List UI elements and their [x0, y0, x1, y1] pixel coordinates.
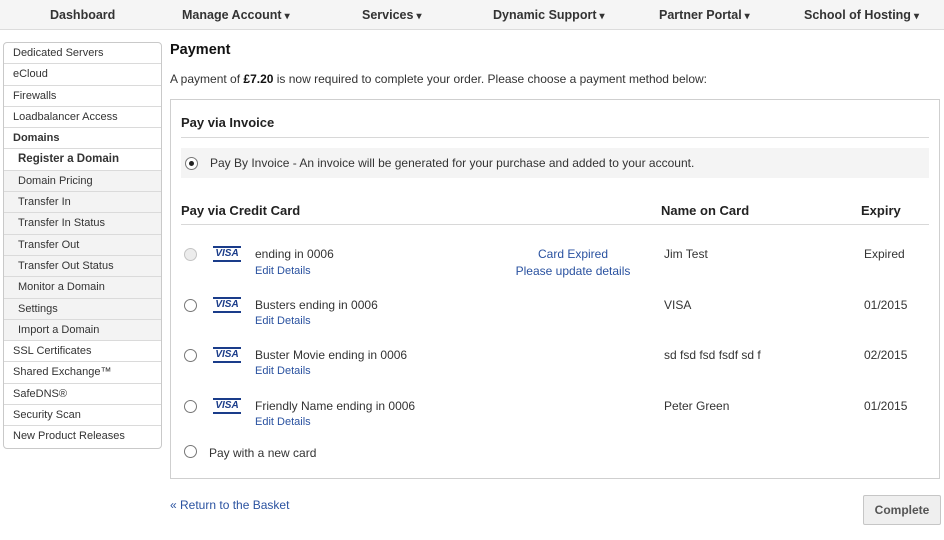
- invoice-option-label: Pay By Invoice - An invoice will be gene…: [210, 156, 695, 170]
- chevron-down-icon: ▾: [913, 11, 919, 22]
- card-radio[interactable]: [184, 299, 197, 312]
- divider: [181, 137, 929, 138]
- sidebar-item-safedns[interactable]: SafeDNS®: [4, 384, 161, 406]
- visa-card-icon: VISA: [213, 347, 241, 363]
- nav-services[interactable]: Services ▾: [362, 0, 421, 30]
- return-to-basket-link[interactable]: « Return to the Basket: [170, 498, 289, 512]
- chevron-down-icon: ▾: [416, 11, 422, 22]
- nav-school-of-hosting[interactable]: School of Hosting ▾: [804, 0, 919, 30]
- sidebar-item-import-a-domain[interactable]: Import a Domain: [4, 319, 161, 342]
- name-on-card-header: Name on Card: [661, 203, 750, 218]
- complete-button[interactable]: Complete: [863, 495, 941, 525]
- card-radio[interactable]: [184, 349, 197, 362]
- sidebar-item-domains[interactable]: Domains: [4, 128, 161, 150]
- chevron-down-icon: ▾: [284, 11, 290, 22]
- sidebar-item-settings[interactable]: Settings: [4, 298, 161, 320]
- sidebar-item-ssl-certificates[interactable]: SSL Certificates: [4, 341, 161, 363]
- visa-card-icon: VISA: [213, 246, 241, 262]
- invoice-radio[interactable]: [185, 157, 198, 170]
- card-radio: [184, 248, 197, 261]
- card-expiry: Expired: [864, 247, 905, 261]
- sidebar-item-monitor-a-domain[interactable]: Monitor a Domain: [4, 277, 161, 299]
- nav-services-label: Services: [362, 8, 414, 22]
- sidebar-item-loadbalancer-access[interactable]: Loadbalancer Access: [4, 107, 161, 129]
- chevron-down-icon: ▾: [744, 11, 750, 22]
- edit-details-link[interactable]: Edit Details: [255, 315, 311, 327]
- edit-details-link[interactable]: Edit Details: [255, 265, 311, 277]
- payment-methods-panel: Pay via Invoice Pay By Invoice - An invo…: [170, 99, 940, 479]
- payment-intro: A payment of £7.20 is now required to co…: [170, 72, 707, 86]
- card-expiry: 01/2015: [864, 298, 908, 312]
- nav-school-of-hosting-label: School of Hosting: [804, 8, 911, 22]
- nav-partner-portal[interactable]: Partner Portal ▾: [659, 0, 750, 30]
- sidebar-item-register-a-domain[interactable]: Register a Domain: [4, 149, 161, 171]
- sidebar-item-security-scan[interactable]: Security Scan: [4, 405, 161, 427]
- card-label: ending in 0006: [255, 247, 334, 261]
- invoice-heading: Pay via Invoice: [181, 115, 275, 130]
- sidebar-item-transfer-out[interactable]: Transfer Out: [4, 234, 161, 256]
- sidebar-item-domain-pricing[interactable]: Domain Pricing: [4, 170, 161, 193]
- card-radio[interactable]: [184, 400, 197, 413]
- sidebar-item-transfer-in-status[interactable]: Transfer In Status: [4, 213, 161, 235]
- card-expiry: 02/2015: [864, 348, 908, 362]
- card-label: Friendly Name ending in 0006: [255, 399, 416, 413]
- payment-amount: £7.20: [243, 72, 274, 86]
- page-title: Payment: [170, 42, 231, 58]
- card-label: Buster Movie ending in 0006: [255, 348, 408, 362]
- nav-partner-portal-label: Partner Portal: [659, 8, 742, 22]
- nav-dashboard-label: Dashboard: [50, 8, 116, 22]
- intro-prefix: A payment of: [170, 72, 244, 86]
- edit-details-link[interactable]: Edit Details: [255, 416, 311, 428]
- visa-card-icon: VISA: [213, 297, 241, 313]
- new-card-label: Pay with a new card: [209, 446, 317, 460]
- visa-card-icon: VISA: [213, 398, 241, 414]
- card-expiry: 01/2015: [864, 399, 908, 413]
- edit-details-link[interactable]: Edit Details: [255, 365, 311, 377]
- chevron-down-icon: ▾: [599, 11, 605, 22]
- intro-suffix: is now required to complete your order. …: [273, 72, 707, 86]
- card-expired-status: Card Expired: [537, 247, 609, 261]
- sidebar-item-dedicated-servers[interactable]: Dedicated Servers: [4, 43, 161, 65]
- sidebar-item-ecloud[interactable]: eCloud: [4, 64, 161, 86]
- sidebar-item-firewalls[interactable]: Firewalls: [4, 86, 161, 107]
- card-holder-name: Peter Green: [664, 399, 730, 413]
- sidebar-item-transfer-in[interactable]: Transfer In: [4, 192, 161, 214]
- sidebar-item-shared-exchange[interactable]: Shared Exchange™: [4, 362, 161, 384]
- divider: [181, 224, 929, 225]
- nav-dynamic-support-label: Dynamic Support: [493, 8, 597, 22]
- nav-dashboard[interactable]: Dashboard: [50, 0, 115, 30]
- nav-manage-account[interactable]: Manage Account ▾: [182, 0, 290, 30]
- credit-card-heading: Pay via Credit Card: [181, 203, 301, 218]
- card-holder-name: Jim Test: [664, 247, 708, 261]
- card-holder-name: VISA: [664, 298, 692, 312]
- sidebar: Dedicated Servers eCloud Firewalls Loadb…: [3, 42, 162, 449]
- new-card-radio[interactable]: [184, 445, 197, 458]
- card-holder-name: sd fsd fsd fsdf sd f: [664, 348, 761, 362]
- sidebar-item-transfer-out-status[interactable]: Transfer Out Status: [4, 255, 161, 278]
- sidebar-item-new-product-releases[interactable]: New Product Releases: [4, 426, 161, 447]
- update-details-link[interactable]: Please update details: [501, 264, 645, 278]
- top-nav: Dashboard Manage Account ▾ Services ▾ Dyna…: [0, 0, 944, 30]
- nav-manage-account-label: Manage Account: [182, 8, 282, 22]
- card-label: Busters ending in 0006: [255, 298, 378, 312]
- expiry-header: Expiry: [861, 203, 901, 218]
- nav-dynamic-support[interactable]: Dynamic Support ▾: [493, 0, 605, 30]
